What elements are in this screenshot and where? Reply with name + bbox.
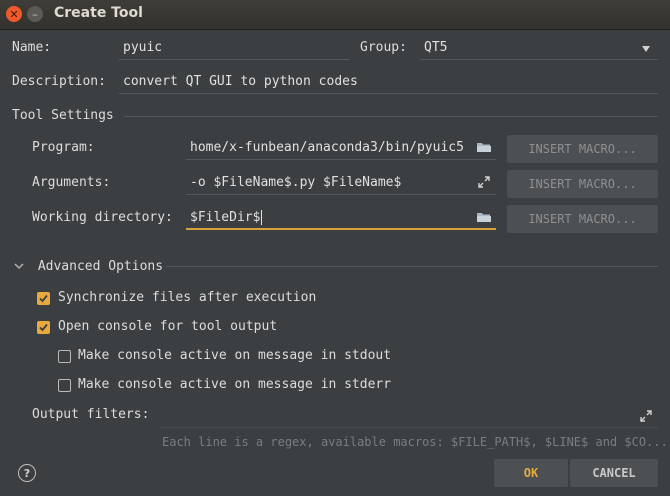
working-directory-field-value: $FileDir$ xyxy=(190,209,261,225)
program-label: Program: xyxy=(32,140,95,155)
text-cursor xyxy=(261,209,263,225)
console-active-stdout-checkbox[interactable] xyxy=(58,350,71,363)
section-divider xyxy=(166,266,658,267)
name-field[interactable]: pyuic xyxy=(119,36,349,60)
close-window-button[interactable]: ✕ xyxy=(6,6,22,22)
expand-icon[interactable] xyxy=(638,408,654,424)
cancel-button[interactable]: CANCEL xyxy=(570,459,658,487)
minimize-window-button[interactable]: – xyxy=(27,6,43,22)
arguments-insert-macro-button[interactable]: INSERT MACRO... xyxy=(507,170,658,198)
advanced-options-toggle[interactable]: Advanced Options xyxy=(14,259,163,274)
ok-button[interactable]: OK xyxy=(494,459,568,487)
sync-files-label: Synchronize files after execution xyxy=(58,290,317,305)
console-active-stderr-label: Make console active on message in stderr xyxy=(78,377,392,392)
browse-folder-icon[interactable] xyxy=(476,139,492,155)
title-bar: ✕ – Create Tool xyxy=(0,0,670,30)
arguments-label: Arguments: xyxy=(32,175,111,190)
sync-files-checkbox[interactable] xyxy=(37,292,50,305)
workdir-insert-macro-button[interactable]: INSERT MACRO... xyxy=(507,205,658,233)
name-field-value: pyuic xyxy=(123,40,163,55)
output-filters-label: Output filters: xyxy=(32,407,150,422)
chevron-down-icon xyxy=(14,259,24,274)
tool-settings-heading: Tool Settings xyxy=(12,108,114,123)
advanced-options-heading: Advanced Options xyxy=(37,259,164,274)
checkmark-icon xyxy=(39,323,48,332)
working-directory-field[interactable]: $FileDir$ xyxy=(186,206,496,230)
output-filters-hint: Each line is a regex, available macros: … xyxy=(162,435,668,449)
dropdown-arrow-icon xyxy=(638,41,654,57)
program-field-value: home/x-funbean/anaconda3/bin/pyuic5 xyxy=(190,140,464,155)
description-label: Description: xyxy=(12,74,106,89)
output-filters-field[interactable] xyxy=(160,404,658,428)
group-dropdown-value: QT5 xyxy=(424,40,448,55)
minimize-icon: – xyxy=(32,7,38,21)
console-active-stdout-label: Make console active on message in stdout xyxy=(78,348,392,363)
console-active-stderr-checkbox[interactable] xyxy=(58,379,71,392)
name-label: Name: xyxy=(12,40,52,55)
program-insert-macro-button[interactable]: INSERT MACRO... xyxy=(507,135,658,163)
working-directory-label: Working directory: xyxy=(32,210,173,225)
section-divider xyxy=(124,116,658,117)
open-console-label: Open console for tool output xyxy=(58,319,278,334)
expand-icon[interactable] xyxy=(476,174,492,190)
window-title: Create Tool xyxy=(54,5,143,21)
close-icon: ✕ xyxy=(9,7,19,21)
arguments-field-value: -o $FileName$.py $FileName$ xyxy=(190,175,402,190)
group-label: Group: xyxy=(360,40,407,55)
open-console-checkbox[interactable] xyxy=(37,321,50,334)
group-dropdown[interactable]: QT5 xyxy=(420,36,658,60)
help-button[interactable]: ? xyxy=(18,464,36,482)
program-field[interactable]: home/x-funbean/anaconda3/bin/pyuic5 xyxy=(186,136,496,160)
description-field[interactable]: convert QT GUI to python codes xyxy=(119,70,658,94)
help-icon: ? xyxy=(23,466,31,480)
browse-folder-icon[interactable] xyxy=(476,209,492,225)
checkmark-icon xyxy=(39,294,48,303)
description-field-value: convert QT GUI to python codes xyxy=(123,74,358,89)
arguments-field[interactable]: -o $FileName$.py $FileName$ xyxy=(186,171,496,195)
